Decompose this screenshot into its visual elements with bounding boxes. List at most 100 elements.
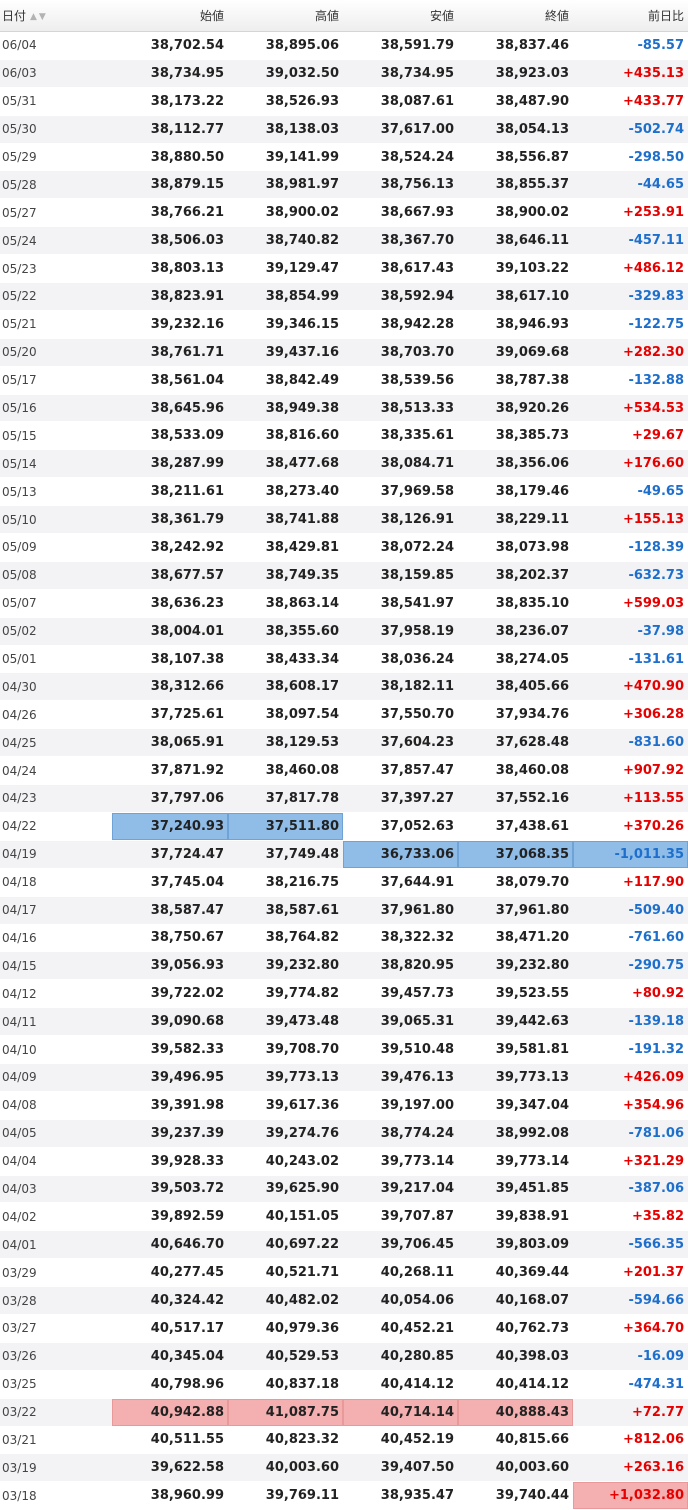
cell-close: 38,617.10 bbox=[458, 282, 573, 311]
cell-change: -298.50 bbox=[573, 143, 688, 172]
cell-high: 38,740.82 bbox=[228, 226, 343, 256]
cell-date: 05/02 bbox=[0, 617, 112, 646]
cell-change: +433.77 bbox=[573, 87, 688, 116]
cell-high: 39,617.36 bbox=[228, 1091, 343, 1120]
cell-close: 38,054.13 bbox=[458, 115, 573, 144]
cell-close: 39,838.91 bbox=[458, 1202, 573, 1232]
cell-low: 37,550.70 bbox=[343, 700, 458, 730]
cell-close: 38,460.08 bbox=[458, 756, 573, 786]
cell-change: -132.88 bbox=[573, 366, 688, 395]
cell-high: 38,981.97 bbox=[228, 170, 343, 200]
cell-date: 04/15 bbox=[0, 951, 112, 981]
cell-low: 38,591.79 bbox=[343, 31, 458, 60]
cell-low: 39,476.13 bbox=[343, 1063, 458, 1092]
cell-change: -457.11 bbox=[573, 226, 688, 256]
table-header-row: 日付 ▲▼ 始値 高値 安値 終値 前日比 bbox=[0, 0, 688, 32]
cell-open: 39,582.33 bbox=[112, 1035, 228, 1064]
table-row: 06/03 38,734.95 39,032.50 38,734.95 38,923.0… bbox=[0, 59, 688, 88]
cell-date: 03/21 bbox=[0, 1426, 112, 1455]
column-header-high[interactable]: 高値 bbox=[228, 0, 343, 32]
cell-change: -594.66 bbox=[573, 1286, 688, 1315]
cell-low: 38,774.24 bbox=[343, 1119, 458, 1148]
cell-high: 40,837.18 bbox=[228, 1370, 343, 1399]
cell-open: 40,345.04 bbox=[112, 1342, 228, 1371]
cell-high: 38,816.60 bbox=[228, 421, 343, 451]
cell-close: 38,179.46 bbox=[458, 477, 573, 507]
cell-low: 40,714.14 bbox=[343, 1398, 458, 1427]
table-row: 03/27 40,517.17 40,979.36 40,452.21 40,762.7… bbox=[0, 1314, 688, 1343]
cell-close: 38,837.46 bbox=[458, 31, 573, 60]
cell-date: 05/20 bbox=[0, 338, 112, 367]
cell-close: 39,523.55 bbox=[458, 979, 573, 1009]
table-row: 04/03 39,503.72 39,625.90 39,217.04 39,451.8… bbox=[0, 1175, 688, 1204]
cell-low: 37,644.91 bbox=[343, 868, 458, 897]
cell-change: +364.70 bbox=[573, 1314, 688, 1343]
table-body: 06/04 38,702.54 38,895.06 38,591.79 38,837.4… bbox=[0, 31, 688, 1510]
cell-low: 39,217.04 bbox=[343, 1175, 458, 1204]
table-row: 05/27 38,766.21 38,900.02 38,667.93 38,900.0… bbox=[0, 198, 688, 228]
cell-low: 38,617.43 bbox=[343, 254, 458, 284]
column-header-low[interactable]: 安値 bbox=[343, 0, 458, 32]
cell-low: 37,969.58 bbox=[343, 477, 458, 507]
sort-up-down-icon[interactable]: ▲▼ bbox=[30, 12, 48, 22]
cell-close: 39,773.14 bbox=[458, 1147, 573, 1176]
cell-date: 03/27 bbox=[0, 1314, 112, 1343]
cell-low: 38,703.70 bbox=[343, 338, 458, 367]
cell-close: 38,236.07 bbox=[458, 617, 573, 646]
cell-close: 37,628.48 bbox=[458, 728, 573, 758]
table-row: 05/29 38,880.50 39,141.99 38,524.24 38,556.8… bbox=[0, 143, 688, 172]
cell-date: 05/21 bbox=[0, 310, 112, 339]
cell-change: +426.09 bbox=[573, 1063, 688, 1092]
table-row: 05/20 38,761.71 39,437.16 38,703.70 39,069.6… bbox=[0, 338, 688, 367]
column-header-date[interactable]: 日付 ▲▼ bbox=[0, 0, 112, 32]
cell-date: 04/04 bbox=[0, 1147, 112, 1176]
column-header-change[interactable]: 前日比 bbox=[573, 0, 688, 32]
cell-close: 39,740.44 bbox=[458, 1481, 573, 1510]
cell-low: 36,733.06 bbox=[343, 840, 458, 869]
cell-change: +486.12 bbox=[573, 254, 688, 284]
cell-change: -139.18 bbox=[573, 1007, 688, 1037]
cell-low: 38,322.32 bbox=[343, 924, 458, 953]
cell-close: 38,787.38 bbox=[458, 366, 573, 395]
cell-low: 37,397.27 bbox=[343, 784, 458, 813]
cell-change: +907.92 bbox=[573, 756, 688, 786]
cell-date: 04/02 bbox=[0, 1202, 112, 1232]
cell-date: 05/17 bbox=[0, 366, 112, 395]
table-row: 03/22 40,942.88 41,087.75 40,714.14 40,888.4… bbox=[0, 1398, 688, 1427]
cell-date: 03/29 bbox=[0, 1258, 112, 1288]
cell-high: 38,863.14 bbox=[228, 589, 343, 618]
cell-change: +263.16 bbox=[573, 1453, 688, 1483]
cell-date: 03/28 bbox=[0, 1286, 112, 1315]
column-header-close[interactable]: 終値 bbox=[458, 0, 573, 32]
cell-low: 39,407.50 bbox=[343, 1453, 458, 1483]
cell-date: 05/08 bbox=[0, 561, 112, 590]
cell-open: 40,324.42 bbox=[112, 1286, 228, 1315]
cell-change: +306.28 bbox=[573, 700, 688, 730]
cell-low: 37,857.47 bbox=[343, 756, 458, 786]
cell-close: 38,385.73 bbox=[458, 421, 573, 451]
cell-high: 39,032.50 bbox=[228, 59, 343, 88]
table-row: 04/04 39,928.33 40,243.02 39,773.14 39,773.1… bbox=[0, 1147, 688, 1176]
cell-high: 39,708.70 bbox=[228, 1035, 343, 1064]
cell-open: 40,942.88 bbox=[112, 1398, 228, 1427]
cell-high: 39,473.48 bbox=[228, 1007, 343, 1037]
cell-change: +534.53 bbox=[573, 394, 688, 423]
cell-date: 04/18 bbox=[0, 868, 112, 897]
cell-change: -85.57 bbox=[573, 31, 688, 60]
cell-open: 37,871.92 bbox=[112, 756, 228, 786]
table-row: 03/18 38,960.99 39,769.11 38,935.47 39,740.4… bbox=[0, 1481, 688, 1510]
table-row: 05/23 38,803.13 39,129.47 38,617.43 39,103.2… bbox=[0, 254, 688, 284]
cell-open: 38,361.79 bbox=[112, 505, 228, 535]
cell-close: 40,888.43 bbox=[458, 1398, 573, 1427]
table-row: 05/17 38,561.04 38,842.49 38,539.56 38,787.3… bbox=[0, 366, 688, 395]
cell-high: 40,003.60 bbox=[228, 1453, 343, 1483]
cell-low: 38,182.11 bbox=[343, 672, 458, 702]
cell-close: 39,103.22 bbox=[458, 254, 573, 284]
cell-open: 38,880.50 bbox=[112, 143, 228, 172]
table-row: 04/30 38,312.66 38,608.17 38,182.11 38,405.6… bbox=[0, 672, 688, 702]
column-header-open[interactable]: 始値 bbox=[112, 0, 228, 32]
cell-close: 37,961.80 bbox=[458, 896, 573, 925]
cell-open: 39,237.39 bbox=[112, 1119, 228, 1148]
cell-date: 04/05 bbox=[0, 1119, 112, 1148]
cell-date: 04/26 bbox=[0, 700, 112, 730]
